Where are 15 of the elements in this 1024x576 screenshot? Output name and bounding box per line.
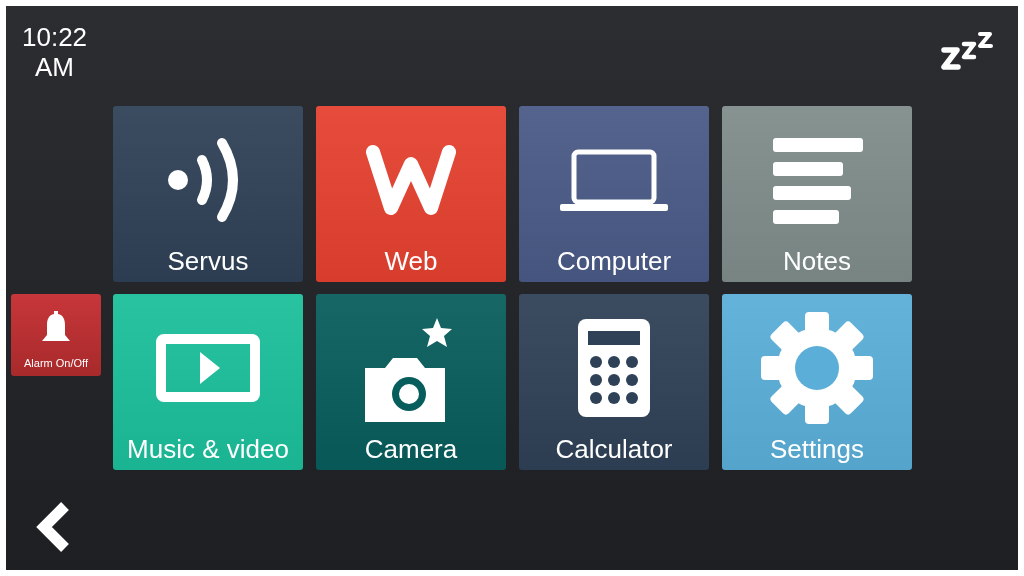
alarm-button[interactable]: Alarm On/Off <box>11 294 101 376</box>
play-screen-icon <box>156 334 260 402</box>
app-tile[interactable]: Computer <box>519 106 709 282</box>
app-tile[interactable]: Camera <box>316 294 506 470</box>
app-tile[interactable]: Notes <box>722 106 912 282</box>
app-tile[interactable]: Servus <box>113 106 303 282</box>
gear-icon <box>761 312 873 424</box>
clock-text: 10:22 AM <box>22 22 88 82</box>
sleep-icon[interactable] <box>940 30 996 72</box>
app-tile[interactable]: Web <box>316 106 506 282</box>
app-tile[interactable]: Calculator <box>519 294 709 470</box>
calculator-icon <box>578 319 650 417</box>
laptop-icon <box>560 148 668 212</box>
text-lines-icon <box>771 136 863 224</box>
w-icon <box>365 144 457 216</box>
